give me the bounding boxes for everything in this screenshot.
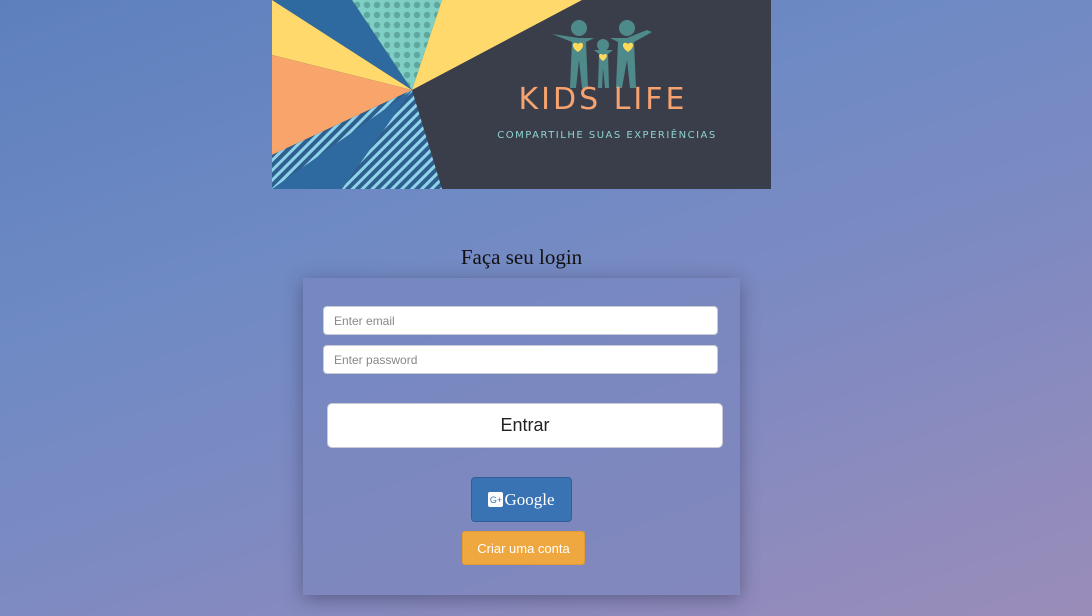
- login-card: Entrar G+ Google Criar uma conta: [303, 278, 740, 595]
- google-button-label: Google: [504, 489, 555, 509]
- banner-subtitle: COMPARTILHE SUAS EXPERIÊNCIAS: [497, 130, 717, 141]
- password-input[interactable]: [323, 345, 718, 374]
- banner-title: KIDS LIFE: [518, 82, 688, 117]
- google-plus-icon: G+: [488, 492, 504, 507]
- google-login-button[interactable]: G+ Google: [471, 477, 572, 522]
- login-heading: Faça seu login: [460, 245, 583, 269]
- kids-life-banner: KIDS LIFE COMPARTILHE SUAS EXPERIÊNCIAS: [272, 0, 771, 189]
- email-input[interactable]: [323, 306, 718, 335]
- entrar-button[interactable]: Entrar: [327, 403, 723, 448]
- create-account-button[interactable]: Criar uma conta: [462, 531, 585, 565]
